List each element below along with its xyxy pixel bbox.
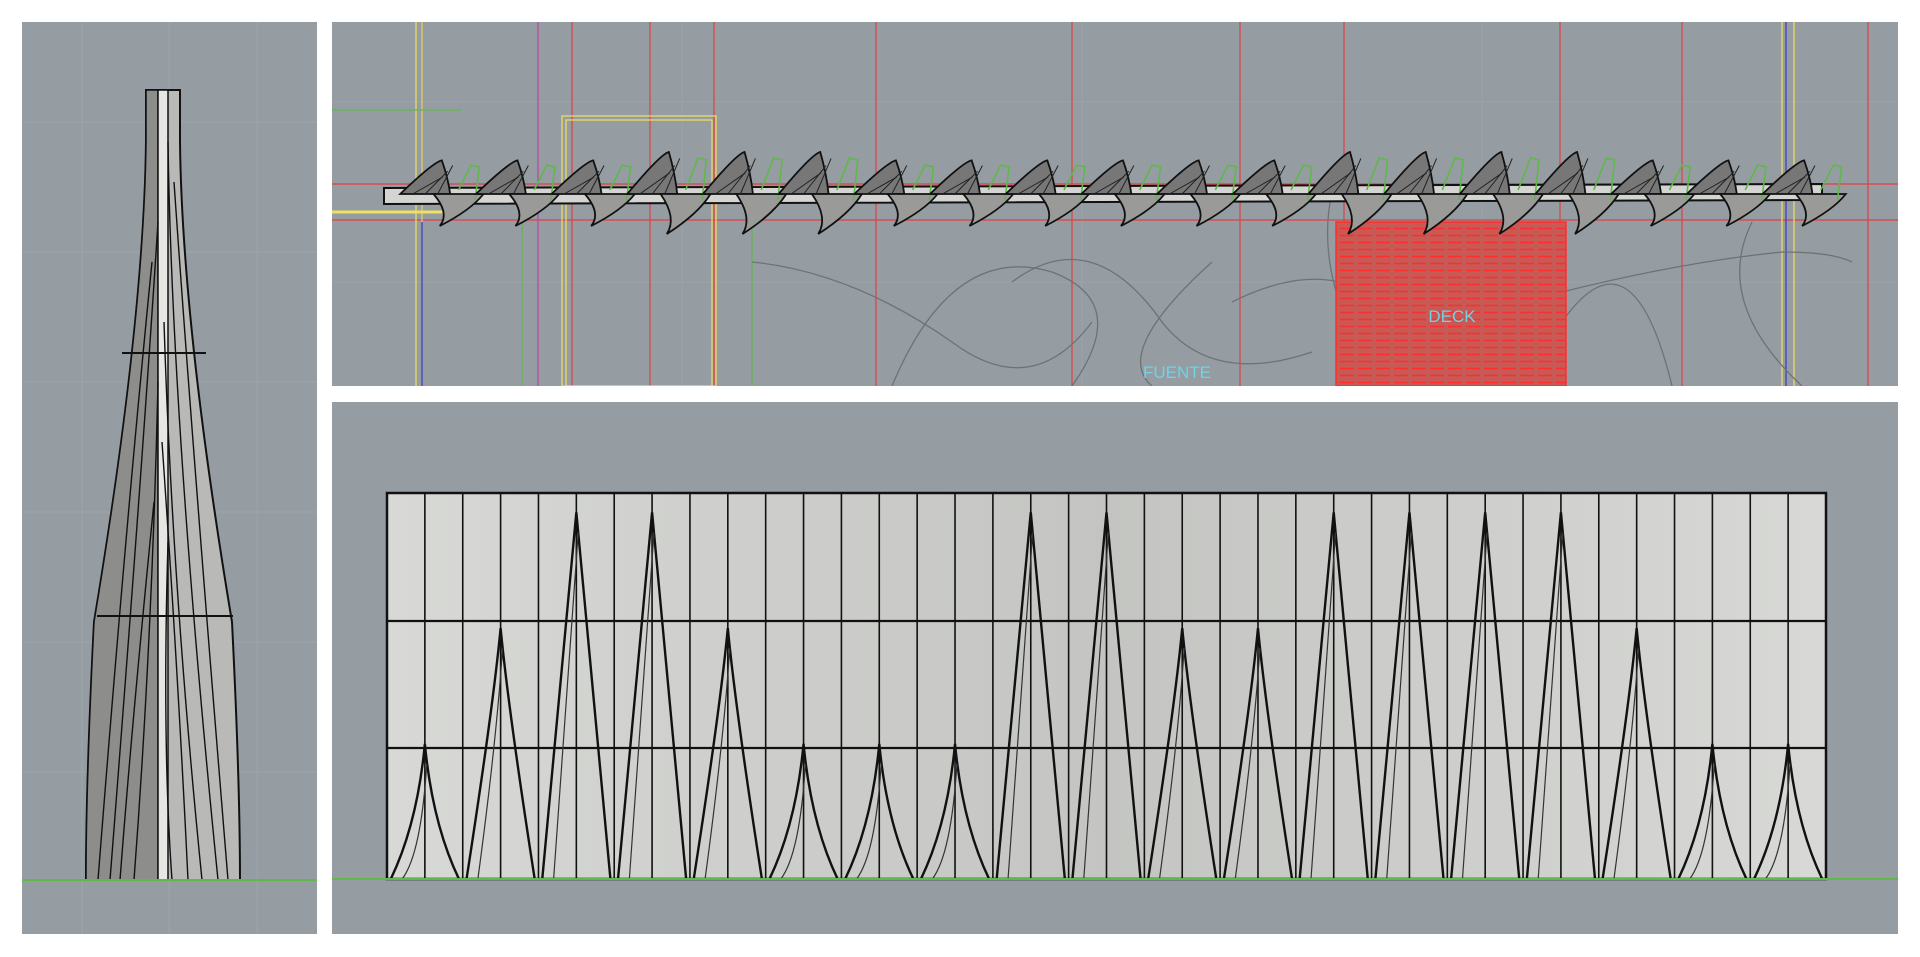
blade-twist xyxy=(1003,159,1091,227)
fuente-label: FUENTE xyxy=(1143,363,1211,382)
deck-label: DECK xyxy=(1428,307,1476,326)
blade-twist xyxy=(852,159,940,227)
viewport-front-elevation[interactable] xyxy=(332,402,1898,934)
blade-twist xyxy=(1684,159,1772,227)
blade-twist xyxy=(397,159,486,227)
side-elevation-canvas xyxy=(22,22,317,934)
blade-twist xyxy=(549,159,637,227)
blade-twist xyxy=(1230,159,1318,227)
blade-twist xyxy=(1760,159,1848,227)
front-elevation-canvas xyxy=(332,491,1898,881)
blade-twist xyxy=(473,159,561,227)
blade-twist xyxy=(1154,159,1243,227)
plan-canvas: DECK FUENTE xyxy=(332,22,1898,386)
site-curves xyxy=(751,191,1853,386)
viewport-plan[interactable]: DECK FUENTE xyxy=(332,22,1898,386)
column-body xyxy=(84,89,242,881)
blade-row xyxy=(383,150,1848,235)
blade-twist xyxy=(927,159,1016,227)
blade-twist xyxy=(1079,159,1167,227)
viewport-side-elevation[interactable] xyxy=(22,22,317,934)
deck-hatch-area xyxy=(1335,221,1567,386)
